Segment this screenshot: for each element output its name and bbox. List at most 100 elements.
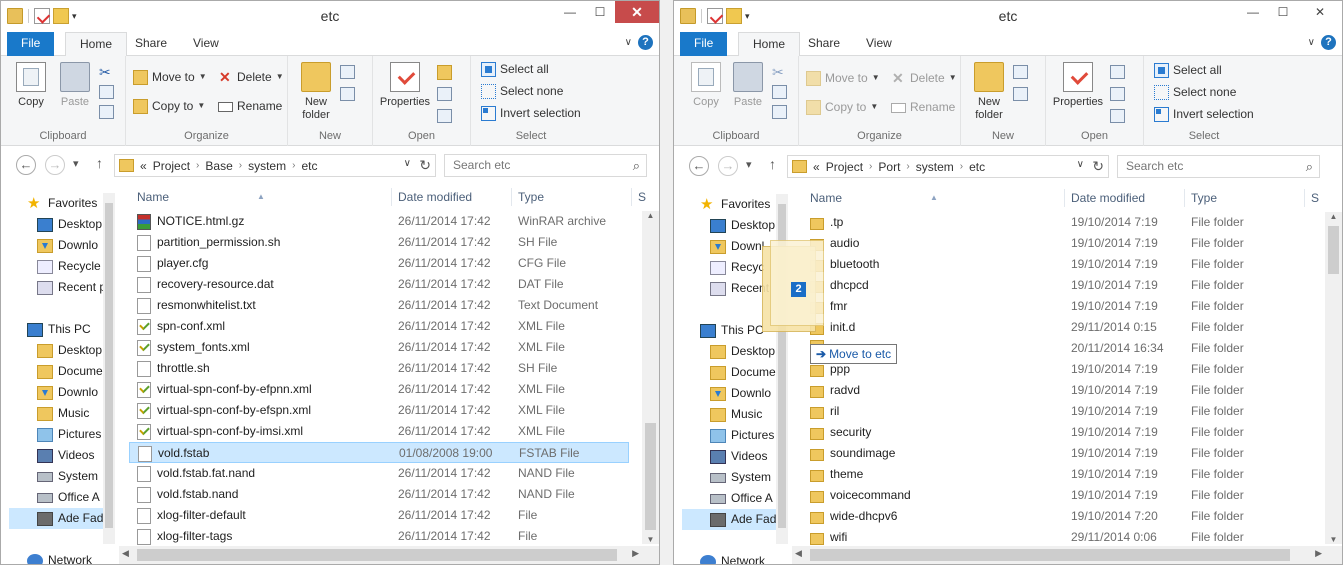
address-overflow[interactable]: « — [813, 160, 820, 174]
back-button[interactable]: ← — [16, 155, 36, 175]
nav-documents[interactable]: Docume — [37, 361, 103, 382]
scroll-up-icon[interactable]: ▲ — [1325, 212, 1342, 221]
nav-network[interactable]: Network — [700, 551, 765, 564]
scroll-down-icon[interactable]: ▼ — [642, 535, 659, 544]
address-overflow[interactable]: « — [140, 159, 147, 173]
breadcrumb-item[interactable]: Base — [205, 159, 232, 173]
edit-button[interactable] — [1110, 84, 1125, 104]
column-type[interactable]: Type — [518, 185, 544, 209]
cut-button[interactable]: ✂ — [772, 62, 784, 82]
nav-videos[interactable]: Videos — [37, 445, 94, 466]
select-none-button[interactable]: Select none — [1154, 82, 1236, 102]
address-dropdown-icon[interactable]: ∨ — [404, 158, 411, 169]
file-row[interactable]: virtual-spn-conf-by-efspn.xml 26/11/2014 … — [129, 400, 629, 421]
file-row[interactable]: vold.fstab.fat.nand 26/11/2014 17:42 NAND … — [129, 463, 629, 484]
nav-documents[interactable]: Docume — [710, 362, 776, 383]
nav-scrollbar[interactable] — [103, 193, 115, 544]
file-row[interactable]: soundimage 19/10/2014 7:19 File folder — [802, 443, 1302, 464]
column-separator[interactable] — [1184, 189, 1185, 207]
close-button[interactable]: ✕ — [615, 1, 659, 23]
file-row[interactable]: bluetooth 19/10/2014 7:19 File folder — [802, 254, 1302, 275]
tab-home[interactable]: Home — [738, 32, 801, 57]
column-date-modified[interactable]: Date modified — [1071, 186, 1145, 210]
column-size[interactable]: S — [638, 185, 646, 209]
nav-music[interactable]: Music — [710, 404, 762, 425]
rename-button[interactable]: Rename — [891, 97, 955, 117]
back-button[interactable]: ← — [689, 156, 709, 176]
history-button[interactable] — [437, 106, 452, 126]
scrollbar-thumb[interactable] — [105, 203, 113, 528]
history-button[interactable] — [1110, 106, 1125, 126]
properties-button[interactable]: Properties — [377, 62, 433, 109]
file-row[interactable]: dhcpcd 19/10/2014 7:19 File folder — [802, 275, 1302, 296]
breadcrumb-item[interactable]: system — [916, 160, 954, 174]
column-date-modified[interactable]: Date modified — [398, 185, 472, 209]
scroll-up-icon[interactable]: ▲ — [642, 211, 659, 220]
file-row[interactable]: audio 19/10/2014 7:19 File folder — [802, 233, 1302, 254]
search-input[interactable]: Search etc ⌕ — [444, 154, 647, 177]
nav-downloads-pc[interactable]: Downlo — [710, 383, 771, 404]
file-row[interactable]: init.d 29/11/2014 0:15 File folder — [802, 317, 1302, 338]
copy-path-button[interactable] — [99, 82, 114, 102]
column-separator[interactable] — [391, 188, 392, 206]
file-row[interactable]: system_fonts.xml 26/11/2014 17:42 XML File — [129, 337, 629, 358]
scroll-right-icon[interactable]: ▶ — [632, 548, 639, 559]
refresh-icon[interactable]: ↻ — [419, 157, 431, 174]
file-list-horizontal-scrollbar[interactable]: ◀ ▶ — [119, 546, 659, 564]
file-row[interactable]: ril 19/10/2014 7:19 File folder — [802, 401, 1302, 422]
breadcrumb-item[interactable]: etc — [969, 160, 985, 174]
file-row[interactable]: .tp 19/10/2014 7:19 File folder — [802, 212, 1302, 233]
file-row[interactable]: xlog-filter-tags 26/11/2014 17:42 File — [129, 526, 629, 547]
file-row[interactable]: xlog-filter-default 26/11/2014 17:42 File — [129, 505, 629, 526]
properties-button[interactable]: Properties — [1050, 62, 1106, 109]
scroll-down-icon[interactable]: ▼ — [1325, 535, 1342, 544]
new-item-button[interactable] — [340, 62, 355, 82]
help-icon[interactable]: ? — [1321, 35, 1336, 50]
paste-shortcut-button[interactable] — [772, 102, 787, 122]
nav-pictures[interactable]: Pictures — [710, 425, 774, 446]
minimize-button[interactable]: — — [1238, 1, 1268, 23]
new-folder-button[interactable]: New folder — [294, 62, 338, 122]
copy-button[interactable]: Copy — [684, 62, 728, 109]
nav-system-drive[interactable]: System — [710, 467, 771, 488]
column-separator[interactable] — [1064, 189, 1065, 207]
nav-favorites[interactable]: ★ Favorites — [27, 193, 97, 214]
breadcrumb-item[interactable]: Project — [826, 160, 863, 174]
select-all-button[interactable]: Select all — [481, 59, 549, 79]
tab-view[interactable]: View — [179, 32, 233, 56]
paste-button[interactable]: Paste — [53, 62, 97, 109]
move-to-button[interactable]: Move to ▼ — [806, 68, 880, 88]
scrollbar-thumb[interactable] — [1328, 226, 1339, 274]
tab-file[interactable]: File — [7, 32, 55, 56]
file-row[interactable]: wide-dhcpv6 19/10/2014 7:20 File folder — [802, 506, 1302, 527]
paste-shortcut-button[interactable] — [99, 102, 114, 122]
collapse-ribbon-chevron-icon[interactable]: ∨ — [1308, 37, 1315, 48]
recent-locations-chevron-icon[interactable]: ▾ — [746, 158, 752, 171]
file-row[interactable]: radvd 19/10/2014 7:19 File folder — [802, 380, 1302, 401]
maximize-button[interactable]: ☐ — [585, 1, 615, 23]
file-row[interactable]: wifi 29/11/2014 0:06 File folder — [802, 527, 1302, 548]
file-list-horizontal-scrollbar[interactable]: ◀ ▶ — [792, 546, 1342, 564]
cut-button[interactable]: ✂ — [99, 62, 111, 82]
copy-to-button[interactable]: Copy to ▼ — [806, 97, 878, 117]
column-name[interactable]: Name — [810, 186, 842, 210]
column-name[interactable]: Name — [137, 185, 169, 209]
nav-recycle-bin[interactable]: Recycle — [37, 256, 101, 277]
copy-to-button[interactable]: Copy to ▼ — [133, 96, 205, 116]
new-folder-button[interactable]: New folder — [967, 62, 1011, 122]
open-button[interactable] — [437, 62, 452, 82]
file-row[interactable]: throttle.sh 26/11/2014 17:42 SH File — [129, 358, 629, 379]
file-row[interactable]: player.cfg 26/11/2014 17:42 CFG File — [129, 253, 629, 274]
file-row[interactable]: vold.fstab 01/08/2008 19:00 FSTAB File — [129, 442, 629, 463]
nav-this-pc[interactable]: This PC — [700, 320, 764, 341]
file-row[interactable]: virtual-spn-conf-by-efpnn.xml 26/11/2014 … — [129, 379, 629, 400]
nav-this-pc[interactable]: This PC — [27, 319, 91, 340]
file-row[interactable]: recovery-resource.dat 26/11/2014 17:42 DAT… — [129, 274, 629, 295]
tab-home[interactable]: Home — [65, 32, 128, 57]
nav-user-drive[interactable]: Ade Fad — [682, 509, 776, 530]
nav-office-drive[interactable]: Office A — [710, 488, 773, 509]
edit-button[interactable] — [437, 84, 452, 104]
up-button[interactable]: ↑ — [769, 156, 776, 172]
select-none-button[interactable]: Select none — [481, 81, 563, 101]
close-button[interactable]: ✕ — [1298, 1, 1342, 23]
